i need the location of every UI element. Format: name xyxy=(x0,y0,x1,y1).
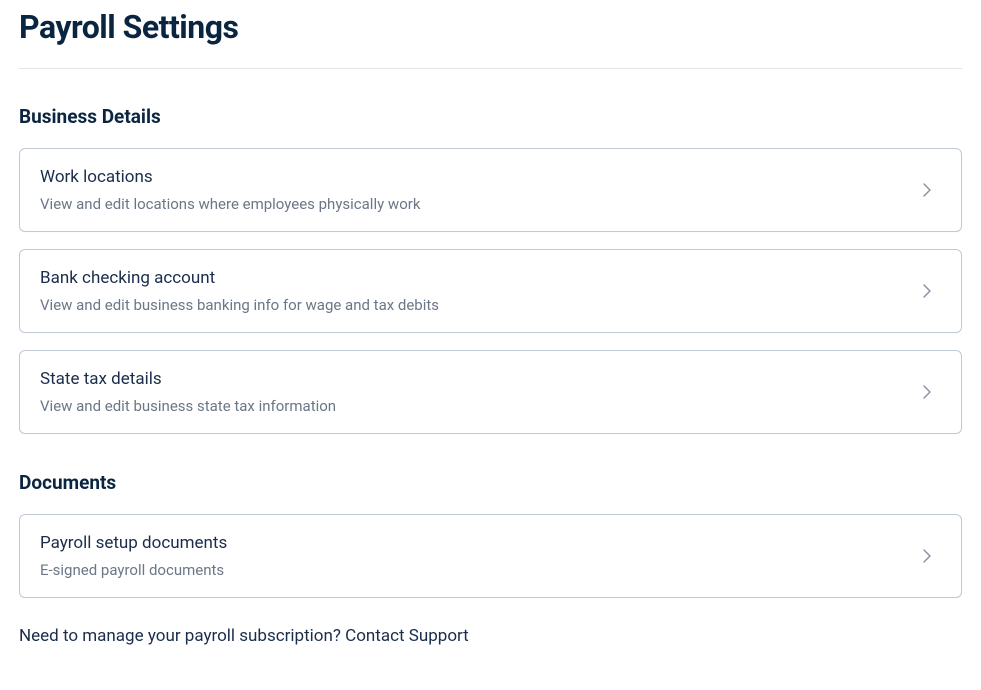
section-heading-documents: Documents xyxy=(19,471,962,494)
card-work-locations[interactable]: Work locations View and edit locations w… xyxy=(19,148,962,232)
chevron-right-icon xyxy=(919,548,935,564)
chevron-right-icon xyxy=(919,283,935,299)
card-bank-checking-account[interactable]: Bank checking account View and edit busi… xyxy=(19,249,962,333)
card-title: Bank checking account xyxy=(40,268,439,288)
divider xyxy=(19,68,962,69)
chevron-right-icon xyxy=(919,384,935,400)
card-state-tax-details[interactable]: State tax details View and edit business… xyxy=(19,350,962,434)
page-title: Payroll Settings xyxy=(19,8,962,46)
card-subtitle: View and edit business state tax informa… xyxy=(40,397,336,415)
card-title: Work locations xyxy=(40,167,420,187)
section-heading-business: Business Details xyxy=(19,105,962,128)
card-title: State tax details xyxy=(40,369,336,389)
card-title: Payroll setup documents xyxy=(40,533,227,553)
footer-text: Need to manage your payroll subscription… xyxy=(19,626,962,646)
card-subtitle: E-signed payroll documents xyxy=(40,561,227,579)
card-payroll-setup-documents[interactable]: Payroll setup documents E-signed payroll… xyxy=(19,514,962,598)
card-subtitle: View and edit locations where employees … xyxy=(40,195,420,213)
card-text: Work locations View and edit locations w… xyxy=(40,167,420,213)
footer-prefix: Need to manage your payroll subscription… xyxy=(19,626,345,646)
card-subtitle: View and edit business banking info for … xyxy=(40,296,439,314)
card-text: State tax details View and edit business… xyxy=(40,369,336,415)
contact-support-link[interactable]: Contact Support xyxy=(345,626,469,646)
chevron-right-icon xyxy=(919,182,935,198)
card-text: Payroll setup documents E-signed payroll… xyxy=(40,533,227,579)
card-text: Bank checking account View and edit busi… xyxy=(40,268,439,314)
